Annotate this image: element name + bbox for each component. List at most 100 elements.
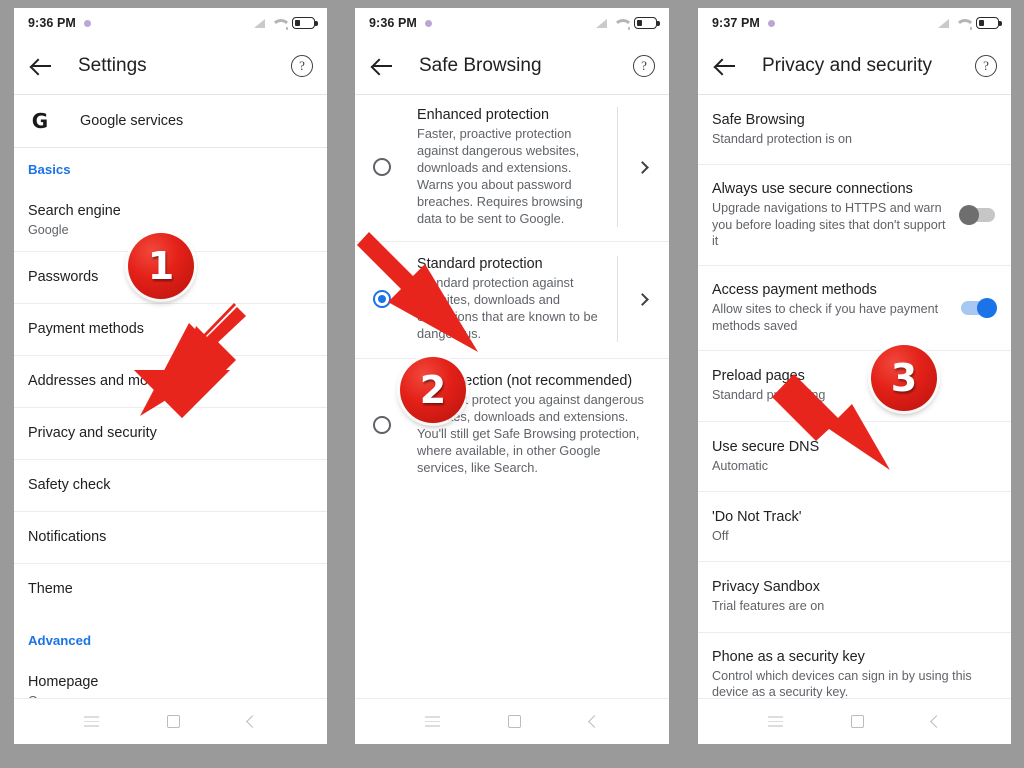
list-item-use-secure-dns[interactable]: Use secure DNS Automatic bbox=[698, 422, 1011, 492]
status-bar: 9:36 PM bbox=[14, 8, 327, 38]
annotation-badge-3: 3 bbox=[871, 345, 937, 411]
list-item-google-services[interactable]: G Google services bbox=[14, 95, 327, 147]
list-item-title: Privacy and security bbox=[28, 425, 157, 442]
system-nav-bar bbox=[355, 698, 669, 744]
back-icon[interactable] bbox=[930, 715, 943, 728]
chevron-right-icon bbox=[635, 292, 649, 306]
list-item-payment-methods[interactable]: Payment methods bbox=[14, 304, 327, 357]
page-title: Settings bbox=[78, 55, 147, 76]
list-item-title: Safety check bbox=[28, 477, 111, 494]
list-item-addresses-and-more[interactable]: Addresses and more bbox=[14, 356, 327, 409]
annotation-badge-1: 1 bbox=[128, 233, 194, 299]
expand-enhanced-protection[interactable] bbox=[617, 107, 669, 228]
list-item-privacy-and-security[interactable]: Privacy and security bbox=[14, 408, 327, 461]
list-item-preload-pages[interactable]: Preload pages Standard preloading bbox=[698, 351, 1011, 422]
list-item-title: Search engine bbox=[28, 203, 121, 219]
list-item-title: Notifications bbox=[28, 529, 107, 546]
list-item-title: 'Do Not Track' bbox=[712, 508, 802, 525]
recent-apps-icon[interactable] bbox=[425, 716, 441, 727]
list-item-subtitle: Standard preloading bbox=[712, 388, 826, 403]
wifi-icon bbox=[271, 18, 288, 30]
home-icon[interactable] bbox=[508, 715, 522, 728]
safe-browsing-options: Enhanced protection Faster, proactive pr… bbox=[355, 95, 669, 493]
toggle-access-payment-methods[interactable] bbox=[961, 297, 997, 318]
list-item-title: Privacy Sandbox bbox=[712, 579, 820, 596]
list-item-title: Access payment methods bbox=[712, 282, 877, 299]
list-item-subtitle: Standard protection is on bbox=[712, 132, 853, 146]
wifi-icon bbox=[955, 18, 972, 30]
list-item-notifications[interactable]: Notifications bbox=[14, 512, 327, 565]
status-icons bbox=[594, 17, 660, 30]
toggle-always-use-secure-connections[interactable] bbox=[959, 204, 995, 225]
signal-icon bbox=[252, 18, 265, 28]
radio-option-enhanced-protection[interactable]: Enhanced protection Faster, proactive pr… bbox=[355, 95, 669, 241]
back-arrow-icon[interactable] bbox=[714, 54, 738, 78]
list-item-text: Access payment methods Allow sites to ch… bbox=[712, 281, 961, 334]
help-icon[interactable]: ? bbox=[633, 55, 655, 77]
list-item-title: Theme bbox=[28, 581, 73, 598]
list-item-title: Payment methods bbox=[28, 321, 144, 338]
recent-apps-icon[interactable] bbox=[84, 716, 99, 727]
option-text: Standard protection Standard protection … bbox=[391, 256, 617, 342]
list-item-theme[interactable]: Theme bbox=[14, 564, 327, 615]
status-time: 9:36 PM bbox=[369, 16, 417, 30]
option-description: Standard protection against websites, do… bbox=[417, 275, 598, 342]
screenshot-stage: 9:36 PM Settings ? G Google services Bas… bbox=[0, 0, 1024, 768]
status-notification-dot bbox=[83, 19, 91, 27]
list-item-subtitle: Control which devices can sign in by usi… bbox=[712, 668, 972, 699]
back-arrow-icon[interactable] bbox=[30, 54, 54, 78]
help-icon[interactable]: ? bbox=[291, 55, 313, 77]
option-title: Standard protection bbox=[417, 256, 543, 273]
phone-panel-privacy-security: 9:37 PM Privacy and security ? Safe Brow… bbox=[698, 8, 1011, 744]
back-icon[interactable] bbox=[246, 715, 259, 728]
radio-button-selected[interactable] bbox=[373, 290, 391, 309]
signal-icon bbox=[936, 18, 949, 28]
list-item-safe-browsing[interactable]: Safe Browsing Standard protection is on bbox=[698, 95, 1011, 166]
list-item-text: Always use secure connections Upgrade na… bbox=[712, 180, 961, 249]
status-time: 9:37 PM bbox=[712, 16, 760, 30]
battery-icon bbox=[634, 17, 660, 29]
list-item-title: Safe Browsing bbox=[712, 112, 805, 128]
list-item-access-payment-methods[interactable]: Access payment methods Allow sites to ch… bbox=[698, 266, 1011, 352]
radio-button[interactable] bbox=[373, 158, 391, 177]
list-item-title: Phone as a security key bbox=[712, 648, 865, 665]
status-time: 9:36 PM bbox=[28, 16, 76, 30]
list-item-subtitle: Allow sites to check if you have payment… bbox=[712, 302, 939, 333]
page-title: Safe Browsing bbox=[419, 55, 542, 76]
home-icon[interactable] bbox=[851, 715, 864, 728]
signal-icon bbox=[594, 18, 607, 28]
list-item-title: Preload pages bbox=[712, 368, 805, 385]
settings-list: G Google services Basics Search engine G… bbox=[14, 95, 327, 742]
list-item-title: Homepage bbox=[28, 674, 99, 691]
list-item-always-use-secure-connections[interactable]: Always use secure connections Upgrade na… bbox=[698, 165, 1011, 267]
status-notification-dot bbox=[424, 19, 432, 27]
app-bar-privacy-security: Privacy and security ? bbox=[698, 38, 1011, 94]
page-title: Privacy and security bbox=[762, 55, 933, 76]
back-arrow-icon[interactable] bbox=[371, 54, 395, 78]
section-header-basics: Basics bbox=[28, 162, 71, 177]
list-item-do-not-track[interactable]: 'Do Not Track' Off bbox=[698, 492, 1011, 563]
expand-standard-protection[interactable] bbox=[617, 256, 669, 343]
app-bar-safe-browsing: Safe Browsing ? bbox=[355, 38, 669, 94]
list-item-subtitle: Off bbox=[712, 528, 729, 543]
radio-option-standard-protection[interactable]: Standard protection Standard protection … bbox=[355, 242, 669, 358]
recent-apps-icon[interactable] bbox=[768, 716, 783, 727]
annotation-badge-2: 2 bbox=[400, 357, 466, 423]
help-icon[interactable]: ? bbox=[975, 55, 997, 77]
google-g-icon: G bbox=[31, 109, 49, 133]
status-icons bbox=[252, 17, 318, 30]
list-item-privacy-sandbox[interactable]: Privacy Sandbox Trial features are on bbox=[698, 562, 1011, 633]
section-header-advanced: Advanced bbox=[28, 633, 92, 649]
list-item-safety-check[interactable]: Safety check bbox=[14, 460, 327, 513]
list-item-subtitle: Automatic bbox=[712, 458, 768, 473]
back-icon[interactable] bbox=[587, 715, 601, 728]
option-description: Faster, proactive protection against dan… bbox=[417, 126, 583, 227]
list-item-title: Always use secure connections bbox=[712, 181, 913, 198]
battery-icon bbox=[292, 17, 318, 29]
radio-button[interactable] bbox=[373, 415, 391, 434]
wifi-icon bbox=[613, 18, 630, 30]
list-item-title: Addresses and more bbox=[28, 373, 161, 390]
status-bar: 9:36 PM bbox=[355, 8, 669, 38]
option-title: Enhanced protection bbox=[417, 107, 550, 123]
home-icon[interactable] bbox=[167, 715, 180, 728]
